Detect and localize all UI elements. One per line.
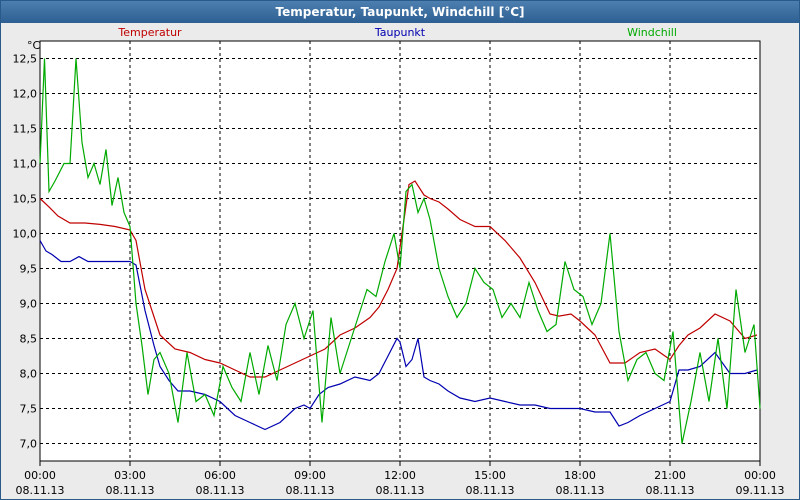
- y-tick-label: 11,0: [13, 158, 38, 171]
- y-tick-label: 12,5: [13, 53, 38, 66]
- y-tick-label: 9,0: [20, 298, 38, 311]
- y-tick-label: 12,0: [13, 88, 38, 101]
- x-tick-date: 09.11.13: [736, 484, 785, 497]
- y-tick-label: 8,5: [20, 333, 38, 346]
- x-tick-time: 12:00: [384, 469, 416, 482]
- y-tick-label: 10,0: [13, 228, 38, 241]
- chart-window: Temperatur, Taupunkt, Windchill [°C] 12,…: [0, 0, 800, 500]
- x-tick-date: 08.11.13: [376, 484, 425, 497]
- x-tick-time: 09:00: [294, 469, 326, 482]
- chart: 12,5 12,0 11,5 11,0 10,5 10,0 9,5 9,0 8,5 8,0 7,5 7…: [13, 26, 785, 497]
- y-tick-label: 11,5: [13, 123, 38, 136]
- x-tick-time: 06:00: [204, 469, 236, 482]
- x-tick-date: 08.11.13: [556, 484, 605, 497]
- x-tick-time: 00:00: [744, 469, 776, 482]
- x-tick-date: 08.11.13: [646, 484, 695, 497]
- x-tick-time: 03:00: [114, 469, 146, 482]
- x-tick-date: 08.11.13: [286, 484, 335, 497]
- x-tick-time: 18:00: [564, 469, 596, 482]
- y-tick-label: 9,5: [20, 263, 38, 276]
- x-tick-date: 08.11.13: [16, 484, 65, 497]
- y-tick-label: 10,5: [13, 193, 38, 206]
- y-tick-label: 8,0: [20, 368, 38, 381]
- y-tick-label: 7,5: [20, 403, 38, 416]
- legend-temperatur: Temperatur: [117, 26, 182, 39]
- legend-windchill: Windchill: [627, 26, 677, 39]
- y-axis-unit: °C: [27, 39, 41, 52]
- x-tick-date: 08.11.13: [196, 484, 245, 497]
- legend-taupunkt: Taupunkt: [374, 26, 426, 39]
- x-tick-time: 15:00: [474, 469, 506, 482]
- y-tick-label: 7,0: [20, 438, 38, 451]
- x-tick-time: 00:00: [24, 469, 56, 482]
- x-tick-date: 08.11.13: [106, 484, 155, 497]
- x-tick-date: 08.11.13: [466, 484, 515, 497]
- x-tick-time: 21:00: [654, 469, 686, 482]
